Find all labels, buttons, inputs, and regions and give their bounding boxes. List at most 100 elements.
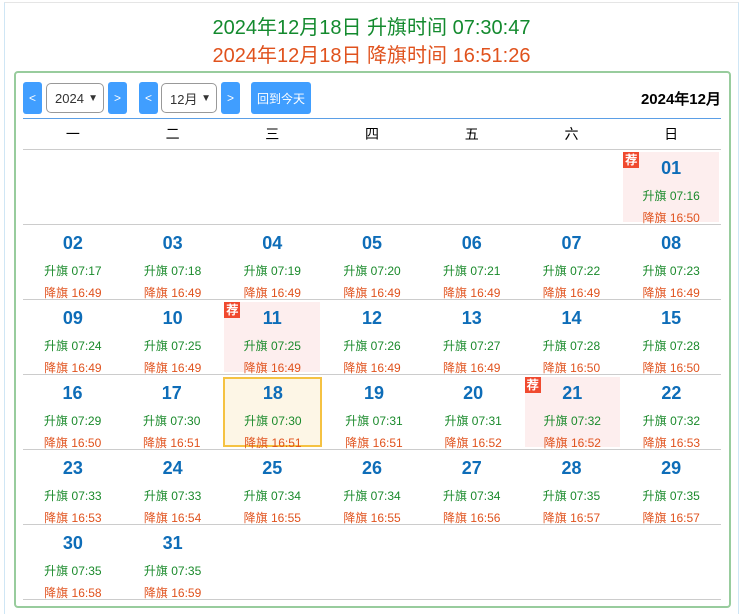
rise-label: 升旗 xyxy=(343,339,368,353)
set-label: 降旗 xyxy=(43,436,68,450)
rise-value: 07:35 xyxy=(71,564,102,578)
next-month-button[interactable]: > xyxy=(221,82,240,114)
day-cell[interactable]: 28 升旗 07:35 降旗 16:57 xyxy=(524,452,620,525)
set-value: 16:49 xyxy=(270,361,301,375)
year-select[interactable]: 2024 ▼ xyxy=(46,83,104,113)
rise-label: 升旗 xyxy=(243,339,268,353)
rise-label: 升旗 xyxy=(243,264,268,278)
day-cell[interactable]: 13 升旗 07:27 降旗 16:49 xyxy=(424,302,520,375)
day-cell[interactable]: 17 升旗 07:30 降旗 16:51 xyxy=(124,377,219,450)
set-value: 16:51 xyxy=(170,436,201,450)
day-cell[interactable]: 29 升旗 07:35 降旗 16:57 xyxy=(623,452,719,525)
set-label: 降旗 xyxy=(143,511,168,525)
sunrise-time: 升旗 07:18 xyxy=(125,262,221,279)
day-number: 23 xyxy=(62,458,83,478)
prev-year-button[interactable]: < xyxy=(23,82,42,114)
day-cell[interactable]: 23 升旗 07:33 降旗 16:53 xyxy=(25,452,121,525)
set-value: 16:49 xyxy=(370,286,401,300)
sunset-time: 降旗 16:58 xyxy=(25,584,121,601)
rise-value: 07:35 xyxy=(171,564,202,578)
day-cell[interactable]: 26 升旗 07:34 降旗 16:55 xyxy=(324,452,420,525)
chevron-down-icon: ▼ xyxy=(88,92,98,104)
day-cell[interactable]: 15 升旗 07:28 降旗 16:50 xyxy=(623,302,719,375)
sunrise-time: 升旗 07:31 xyxy=(426,412,521,429)
weekday-label: 二 xyxy=(165,126,180,142)
day-cell[interactable]: 31 升旗 07:35 降旗 16:59 xyxy=(125,527,221,600)
set-value: 16:52 xyxy=(570,436,601,450)
day-cell[interactable]: 22 升旗 07:32 降旗 16:53 xyxy=(624,377,719,450)
day-cell[interactable]: 12 升旗 07:26 降旗 16:49 xyxy=(324,302,420,375)
day-number: 08 xyxy=(661,233,682,253)
rise-value: 07:28 xyxy=(669,339,700,353)
day-number: 26 xyxy=(362,458,383,478)
day-cell[interactable]: 05 升旗 07:20 降旗 16:49 xyxy=(324,227,420,300)
sunrise-time: 升旗 07:35 xyxy=(125,562,221,579)
rise-label: 升旗 xyxy=(44,264,69,278)
day-cell[interactable]: 24 升旗 07:33 降旗 16:54 xyxy=(125,452,221,525)
empty-cell xyxy=(524,152,620,222)
rise-label: 升旗 xyxy=(642,489,667,503)
set-value: 16:52 xyxy=(471,436,502,450)
set-label: 降旗 xyxy=(244,436,269,450)
sunset-time: 降旗 16:52 xyxy=(426,434,521,451)
day-cell[interactable]: 10 升旗 07:25 降旗 16:49 xyxy=(125,302,221,375)
set-label: 降旗 xyxy=(542,511,567,525)
day-cell[interactable]: 03 升旗 07:18 降旗 16:49 xyxy=(125,227,221,300)
next-year-button[interactable]: > xyxy=(108,82,127,114)
sunrise-time: 升旗 07:21 xyxy=(424,262,520,279)
sunrise-time: 升旗 07:30 xyxy=(124,412,219,429)
sunset-time: 降旗 16:54 xyxy=(125,509,221,526)
day-cell[interactable]: 荐 21 升旗 07:32 降旗 16:52 xyxy=(524,377,620,450)
day-cell[interactable]: 14 升旗 07:28 降旗 16:50 xyxy=(524,302,620,375)
recommend-badge: 荐 xyxy=(524,377,541,393)
rise-label: 升旗 xyxy=(143,414,168,428)
sunset-time: 降旗 16:52 xyxy=(525,434,620,451)
sunset-time: 降旗 16:49 xyxy=(224,359,320,376)
sunrise-time: 升旗 07:20 xyxy=(324,262,420,279)
month-select[interactable]: 12月 ▼ xyxy=(161,83,217,113)
rise-label: 升旗 xyxy=(543,414,568,428)
set-value: 16:57 xyxy=(570,511,601,525)
day-cell[interactable]: 20 升旗 07:31 降旗 16:52 xyxy=(426,377,521,450)
day-cell[interactable]: 27 升旗 07:34 降旗 16:56 xyxy=(424,452,520,525)
sunset-time: 降旗 16:50 xyxy=(623,209,719,226)
rise-label: 升旗 xyxy=(444,414,469,428)
day-cell[interactable]: 荐 01 升旗 07:16 降旗 16:50 xyxy=(623,152,720,225)
rise-label: 升旗 xyxy=(642,414,667,428)
day-cell[interactable]: 16 升旗 07:29 降旗 16:50 xyxy=(25,377,120,450)
chevron-down-icon: ▼ xyxy=(201,92,211,104)
sunrise-time: 升旗 07:29 xyxy=(25,412,120,429)
today-button[interactable]: 回到今天 xyxy=(251,82,311,114)
day-number: 27 xyxy=(461,458,482,478)
sunrise-time: 升旗 07:26 xyxy=(324,337,420,354)
rise-label: 升旗 xyxy=(143,264,168,278)
rise-label: 升旗 xyxy=(542,264,567,278)
day-cell[interactable]: 30 升旗 07:35 降旗 16:58 xyxy=(25,527,121,600)
set-label: 降旗 xyxy=(543,436,568,450)
rise-value: 07:18 xyxy=(171,264,202,278)
rise-value: 07:27 xyxy=(470,339,501,353)
day-cell[interactable]: 07 升旗 07:22 降旗 16:49 xyxy=(524,227,620,300)
set-label: 降旗 xyxy=(642,511,667,525)
day-cell[interactable]: 19 升旗 07:31 降旗 16:51 xyxy=(326,377,421,450)
day-cell[interactable]: 02 升旗 07:17 降旗 16:49 xyxy=(25,227,121,300)
day-cell[interactable]: 25 升旗 07:34 降旗 16:55 xyxy=(224,452,320,525)
sunset-time: 降旗 16:56 xyxy=(424,509,520,526)
day-cell[interactable]: 06 升旗 07:21 降旗 16:49 xyxy=(424,227,520,300)
day-cell[interactable]: 09 升旗 07:24 降旗 16:49 xyxy=(25,302,121,375)
set-label: 降旗 xyxy=(443,511,468,525)
day-cell[interactable]: 04 升旗 07:19 降旗 16:49 xyxy=(224,227,320,300)
set-label: 降旗 xyxy=(44,361,69,375)
prev-month-button[interactable]: < xyxy=(139,82,158,114)
empty-cell xyxy=(424,152,520,222)
day-cell-today[interactable]: 18 升旗 07:30 降旗 16:51 xyxy=(223,377,323,450)
rise-label: 升旗 xyxy=(343,489,368,503)
day-cell[interactable]: 08 升旗 07:23 降旗 16:49 xyxy=(623,227,719,300)
day-cell[interactable]: 荐 11 升旗 07:25 降旗 16:49 xyxy=(224,302,321,375)
weekday-label: 六 xyxy=(564,126,579,142)
sunrise-time: 升旗 07:34 xyxy=(224,487,320,504)
rise-label: 升旗 xyxy=(343,264,368,278)
set-label: 降旗 xyxy=(542,286,567,300)
set-label: 降旗 xyxy=(44,286,69,300)
sunrise-time: 升旗 07:33 xyxy=(125,487,221,504)
